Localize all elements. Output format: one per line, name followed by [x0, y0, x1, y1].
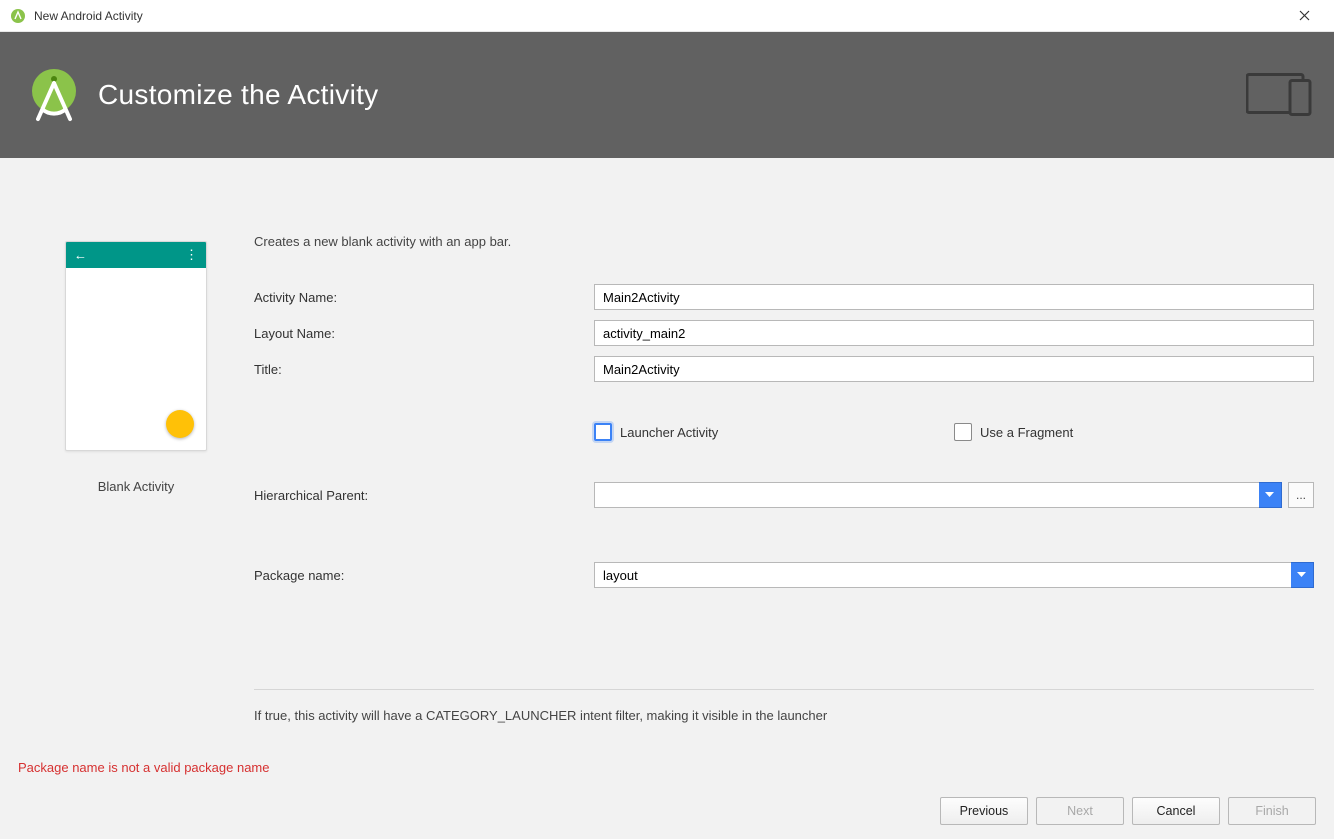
package-name-label: Package name:: [254, 568, 594, 583]
wizard-heading: Customize the Activity: [98, 79, 378, 111]
preview-appbar: ← ⋮: [66, 242, 206, 268]
chevron-down-icon: [1265, 492, 1274, 498]
package-name-dropdown[interactable]: [1291, 562, 1314, 588]
launcher-activity-label: Launcher Activity: [620, 425, 718, 440]
device-frame-icon: [1246, 71, 1312, 120]
template-preview-thumb[interactable]: ← ⋮: [65, 241, 207, 451]
hierarchical-parent-input[interactable]: [594, 482, 1259, 508]
android-studio-logo-icon: [24, 65, 84, 125]
layout-name-label: Layout Name:: [254, 326, 594, 341]
use-fragment-checkbox[interactable]: [954, 423, 972, 441]
template-description: Creates a new blank activity with an app…: [254, 234, 1314, 249]
chevron-down-icon: [1297, 572, 1306, 578]
window-title: New Android Activity: [34, 9, 1284, 23]
layout-name-input[interactable]: [594, 320, 1314, 346]
template-preview-label: Blank Activity: [98, 479, 175, 494]
cancel-button[interactable]: Cancel: [1132, 797, 1220, 825]
next-button: Next: [1036, 797, 1124, 825]
activity-name-input[interactable]: [594, 284, 1314, 310]
validation-error: Package name is not a valid package name: [18, 760, 270, 775]
finish-button: Finish: [1228, 797, 1316, 825]
android-studio-icon: [10, 8, 26, 24]
window-titlebar: New Android Activity: [0, 0, 1334, 32]
hierarchical-parent-dropdown[interactable]: [1259, 482, 1282, 508]
wizard-buttons: Previous Next Cancel Finish: [940, 797, 1316, 825]
form-fields: Creates a new blank activity with an app…: [254, 186, 1316, 839]
hierarchical-parent-label: Hierarchical Parent:: [254, 488, 594, 503]
close-button[interactable]: [1284, 2, 1324, 30]
activity-name-label: Activity Name:: [254, 290, 594, 305]
title-input[interactable]: [594, 356, 1314, 382]
previous-button[interactable]: Previous: [940, 797, 1028, 825]
template-preview-column: ← ⋮ Blank Activity: [18, 186, 254, 839]
title-label: Title:: [254, 362, 594, 377]
wizard-banner: Customize the Activity: [0, 32, 1334, 158]
use-fragment-label: Use a Fragment: [980, 425, 1073, 440]
preview-fab: [166, 410, 194, 438]
hierarchical-parent-browse[interactable]: ...: [1288, 482, 1314, 508]
wizard-content: ← ⋮ Blank Activity Creates a new blank a…: [0, 158, 1334, 839]
back-arrow-icon: ←: [74, 248, 87, 263]
field-hint: If true, this activity will have a CATEG…: [254, 708, 1314, 723]
close-icon: [1299, 10, 1310, 21]
package-name-input[interactable]: [594, 562, 1291, 588]
separator: [254, 689, 1314, 690]
launcher-activity-checkbox[interactable]: [594, 423, 612, 441]
overflow-menu-icon: ⋮: [185, 247, 198, 263]
